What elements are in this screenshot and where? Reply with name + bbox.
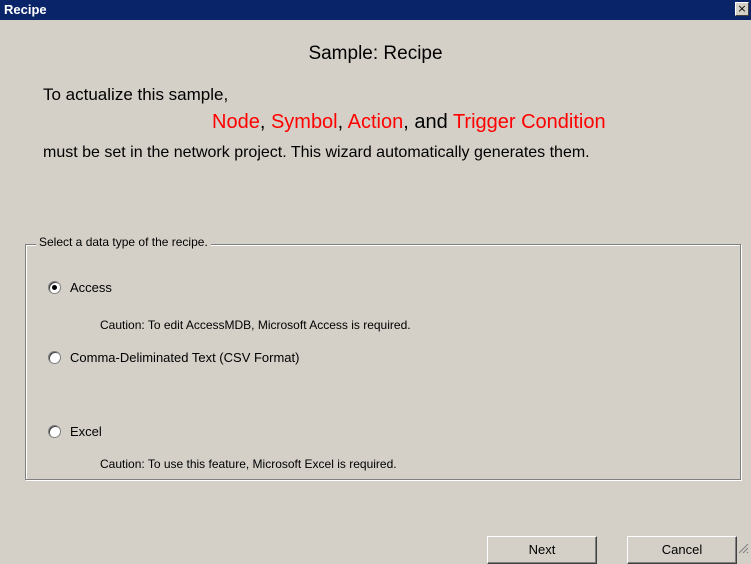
resize-grip-icon[interactable]: [737, 542, 749, 554]
close-icon: ×: [737, 2, 747, 15]
option-excel-label: Excel: [70, 424, 102, 439]
caution-excel: Caution: To use this feature, Microsoft …: [100, 457, 397, 471]
close-button[interactable]: ×: [735, 2, 749, 16]
intro-line-1: To actualize this sample,: [43, 85, 229, 104]
node-term: Node: [212, 111, 260, 133]
groupbox-legend: Select a data type of the recipe.: [36, 235, 211, 249]
recipe-dialog: Recipe × Sample: Recipe To actualize thi…: [0, 0, 751, 564]
title-bar[interactable]: Recipe ×: [0, 0, 751, 20]
radio-access[interactable]: [48, 281, 61, 294]
intro-line-3: must be set in the network project. This…: [43, 144, 590, 161]
separator: , and: [403, 111, 453, 133]
option-csv[interactable]: Comma-Deliminated Text (CSV Format): [48, 350, 299, 365]
cancel-button[interactable]: Cancel: [627, 536, 737, 564]
action-term: Action: [347, 111, 404, 133]
trigger-condition-term: Trigger Condition: [452, 111, 606, 133]
intro-line-2: Node, Symbol, Action, and Trigger Condit…: [212, 111, 606, 134]
window-title: Recipe: [4, 2, 47, 17]
separator: ,: [337, 111, 348, 133]
page-title: Sample: Recipe: [308, 43, 443, 64]
radio-excel[interactable]: [48, 425, 61, 438]
caution-access: Caution: To edit AccessMDB, Microsoft Ac…: [100, 318, 411, 332]
option-access-label: Access: [70, 280, 112, 295]
next-button[interactable]: Next: [487, 536, 597, 564]
option-csv-label: Comma-Deliminated Text (CSV Format): [70, 350, 300, 365]
symbol-term: Symbol: [270, 111, 338, 133]
option-access[interactable]: Access: [48, 280, 112, 295]
option-excel[interactable]: Excel: [48, 424, 102, 439]
separator: ,: [259, 111, 271, 133]
radio-selected-dot: [52, 285, 57, 290]
radio-csv[interactable]: [48, 351, 61, 364]
